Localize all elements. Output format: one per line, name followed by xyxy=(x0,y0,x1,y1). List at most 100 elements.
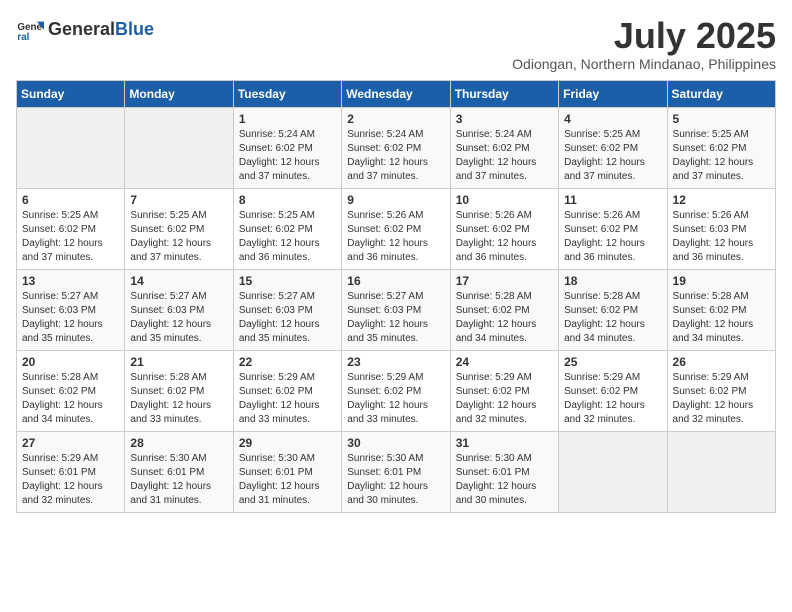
calendar-cell: 21 Sunrise: 5:28 AMSunset: 6:02 PMDayligh… xyxy=(125,350,233,431)
cell-info: Sunrise: 5:29 AMSunset: 6:02 PMDaylight:… xyxy=(673,371,770,427)
day-number: 14 xyxy=(130,274,227,288)
cell-info: Sunrise: 5:24 AMSunset: 6:02 PMDaylight:… xyxy=(347,128,444,184)
calendar-cell: 17 Sunrise: 5:28 AMSunset: 6:02 PMDayligh… xyxy=(450,269,558,350)
calendar-week-row: 6Sunrise: 5:25 AMSunset: 6:02 PMDaylight… xyxy=(17,188,776,269)
cell-info: Sunrise: 5:29 AMSunset: 6:02 PMDaylight:… xyxy=(564,371,661,427)
calendar-week-row: 1 Sunrise: 5:24 AMSunset: 6:02 PMDaylight… xyxy=(17,107,776,188)
cell-info: Sunrise: 5:30 AMSunset: 6:01 PMDaylight:… xyxy=(130,452,227,508)
cell-info: Sunrise: 5:29 AMSunset: 6:02 PMDaylight:… xyxy=(239,371,336,427)
calendar-cell: 7 Sunrise: 5:25 AMSunset: 6:02 PMDaylight… xyxy=(125,188,233,269)
calendar-cell: 1 Sunrise: 5:24 AMSunset: 6:02 PMDaylight… xyxy=(233,107,341,188)
day-number: 25 xyxy=(564,355,661,369)
column-header-saturday: Saturday xyxy=(667,80,775,107)
calendar-cell: 12 Sunrise: 5:26 AMSunset: 6:03 PMDayligh… xyxy=(667,188,775,269)
calendar-cell: 26 Sunrise: 5:29 AMSunset: 6:02 PMDayligh… xyxy=(667,350,775,431)
day-number: 15 xyxy=(239,274,336,288)
day-number: 11 xyxy=(564,193,661,207)
day-number: 17 xyxy=(456,274,553,288)
cell-info: Sunrise: 5:29 AMSunset: 6:02 PMDaylight:… xyxy=(347,371,444,427)
location-title: Odiongan, Northern Mindanao, Philippines xyxy=(512,56,776,72)
day-number: 4 xyxy=(564,112,661,126)
calendar-cell: 8Sunrise: 5:25 AMSunset: 6:02 PMDaylight… xyxy=(233,188,341,269)
cell-info: Sunrise: 5:26 AMSunset: 6:02 PMDaylight:… xyxy=(564,209,661,265)
calendar-cell: 10 Sunrise: 5:26 AMSunset: 6:02 PMDayligh… xyxy=(450,188,558,269)
cell-info: Sunrise: 5:27 AMSunset: 6:03 PMDaylight:… xyxy=(239,290,336,346)
logo-icon: Gene ral xyxy=(16,16,44,44)
day-number: 31 xyxy=(456,436,553,450)
calendar-cell: 29Sunrise: 5:30 AMSunset: 6:01 PMDayligh… xyxy=(233,431,341,512)
day-number: 10 xyxy=(456,193,553,207)
calendar-cell xyxy=(17,107,125,188)
calendar-cell: 31Sunrise: 5:30 AMSunset: 6:01 PMDayligh… xyxy=(450,431,558,512)
calendar-cell: 16Sunrise: 5:27 AMSunset: 6:03 PMDayligh… xyxy=(342,269,450,350)
svg-text:ral: ral xyxy=(17,32,29,43)
cell-info: Sunrise: 5:27 AMSunset: 6:03 PMDaylight:… xyxy=(130,290,227,346)
day-number: 12 xyxy=(673,193,770,207)
calendar-cell: 14 Sunrise: 5:27 AMSunset: 6:03 PMDayligh… xyxy=(125,269,233,350)
day-number: 24 xyxy=(456,355,553,369)
cell-info: Sunrise: 5:26 AMSunset: 6:03 PMDaylight:… xyxy=(673,209,770,265)
calendar-cell: 11 Sunrise: 5:26 AMSunset: 6:02 PMDayligh… xyxy=(559,188,667,269)
logo-text: GeneralBlue xyxy=(48,20,154,40)
cell-info: Sunrise: 5:25 AMSunset: 6:02 PMDaylight:… xyxy=(22,209,119,265)
cell-info: Sunrise: 5:24 AMSunset: 6:02 PMDaylight:… xyxy=(239,128,336,184)
cell-info: Sunrise: 5:28 AMSunset: 6:02 PMDaylight:… xyxy=(130,371,227,427)
day-number: 7 xyxy=(130,193,227,207)
day-number: 26 xyxy=(673,355,770,369)
calendar-cell: 15 Sunrise: 5:27 AMSunset: 6:03 PMDayligh… xyxy=(233,269,341,350)
calendar-week-row: 13 Sunrise: 5:27 AMSunset: 6:03 PMDayligh… xyxy=(17,269,776,350)
calendar-cell: 6Sunrise: 5:25 AMSunset: 6:02 PMDaylight… xyxy=(17,188,125,269)
calendar-cell: 28 Sunrise: 5:30 AMSunset: 6:01 PMDayligh… xyxy=(125,431,233,512)
calendar-cell: 23Sunrise: 5:29 AMSunset: 6:02 PMDayligh… xyxy=(342,350,450,431)
column-header-friday: Friday xyxy=(559,80,667,107)
calendar-cell: 3Sunrise: 5:24 AMSunset: 6:02 PMDaylight… xyxy=(450,107,558,188)
calendar-cell: 13 Sunrise: 5:27 AMSunset: 6:03 PMDayligh… xyxy=(17,269,125,350)
day-number: 5 xyxy=(673,112,770,126)
calendar-cell: 5Sunrise: 5:25 AMSunset: 6:02 PMDaylight… xyxy=(667,107,775,188)
day-number: 2 xyxy=(347,112,444,126)
calendar-cell: 2 Sunrise: 5:24 AMSunset: 6:02 PMDaylight… xyxy=(342,107,450,188)
calendar-table: SundayMondayTuesdayWednesdayThursdayFrid… xyxy=(16,80,776,513)
column-header-thursday: Thursday xyxy=(450,80,558,107)
calendar-cell: 19 Sunrise: 5:28 AMSunset: 6:02 PMDayligh… xyxy=(667,269,775,350)
calendar-cell: 24 Sunrise: 5:29 AMSunset: 6:02 PMDayligh… xyxy=(450,350,558,431)
cell-info: Sunrise: 5:28 AMSunset: 6:02 PMDaylight:… xyxy=(673,290,770,346)
page-header: Gene ral GeneralBlue July 2025 Odiongan,… xyxy=(16,16,776,72)
day-number: 28 xyxy=(130,436,227,450)
calendar-cell: 9 Sunrise: 5:26 AMSunset: 6:02 PMDaylight… xyxy=(342,188,450,269)
calendar-week-row: 20Sunrise: 5:28 AMSunset: 6:02 PMDayligh… xyxy=(17,350,776,431)
month-title: July 2025 xyxy=(512,16,776,56)
day-number: 9 xyxy=(347,193,444,207)
day-number: 27 xyxy=(22,436,119,450)
cell-info: Sunrise: 5:25 AMSunset: 6:02 PMDaylight:… xyxy=(564,128,661,184)
day-number: 30 xyxy=(347,436,444,450)
cell-info: Sunrise: 5:28 AMSunset: 6:02 PMDaylight:… xyxy=(22,371,119,427)
cell-info: Sunrise: 5:26 AMSunset: 6:02 PMDaylight:… xyxy=(347,209,444,265)
calendar-cell: 4 Sunrise: 5:25 AMSunset: 6:02 PMDaylight… xyxy=(559,107,667,188)
calendar-header-row: SundayMondayTuesdayWednesdayThursdayFrid… xyxy=(17,80,776,107)
cell-info: Sunrise: 5:29 AMSunset: 6:01 PMDaylight:… xyxy=(22,452,119,508)
cell-info: Sunrise: 5:29 AMSunset: 6:02 PMDaylight:… xyxy=(456,371,553,427)
cell-info: Sunrise: 5:28 AMSunset: 6:02 PMDaylight:… xyxy=(456,290,553,346)
cell-info: Sunrise: 5:25 AMSunset: 6:02 PMDaylight:… xyxy=(239,209,336,265)
column-header-sunday: Sunday xyxy=(17,80,125,107)
day-number: 19 xyxy=(673,274,770,288)
day-number: 1 xyxy=(239,112,336,126)
cell-info: Sunrise: 5:27 AMSunset: 6:03 PMDaylight:… xyxy=(22,290,119,346)
cell-info: Sunrise: 5:28 AMSunset: 6:02 PMDaylight:… xyxy=(564,290,661,346)
day-number: 13 xyxy=(22,274,119,288)
cell-info: Sunrise: 5:25 AMSunset: 6:02 PMDaylight:… xyxy=(130,209,227,265)
cell-info: Sunrise: 5:26 AMSunset: 6:02 PMDaylight:… xyxy=(456,209,553,265)
cell-info: Sunrise: 5:27 AMSunset: 6:03 PMDaylight:… xyxy=(347,290,444,346)
calendar-cell: 18Sunrise: 5:28 AMSunset: 6:02 PMDayligh… xyxy=(559,269,667,350)
column-header-wednesday: Wednesday xyxy=(342,80,450,107)
calendar-cell: 30Sunrise: 5:30 AMSunset: 6:01 PMDayligh… xyxy=(342,431,450,512)
calendar-cell xyxy=(667,431,775,512)
cell-info: Sunrise: 5:24 AMSunset: 6:02 PMDaylight:… xyxy=(456,128,553,184)
calendar-cell: 22Sunrise: 5:29 AMSunset: 6:02 PMDayligh… xyxy=(233,350,341,431)
calendar-week-row: 27 Sunrise: 5:29 AMSunset: 6:01 PMDayligh… xyxy=(17,431,776,512)
day-number: 29 xyxy=(239,436,336,450)
day-number: 21 xyxy=(130,355,227,369)
logo: Gene ral GeneralBlue xyxy=(16,16,154,44)
calendar-cell xyxy=(125,107,233,188)
